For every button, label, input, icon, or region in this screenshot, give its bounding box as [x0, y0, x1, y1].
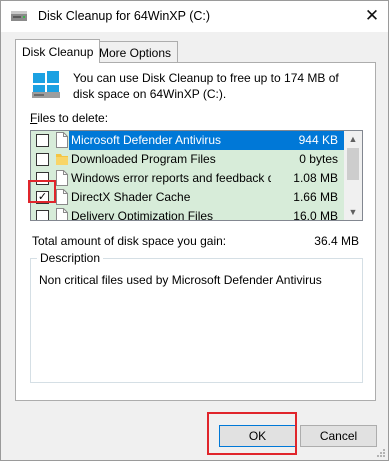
description-group: Description Non critical files used by M…	[30, 251, 363, 383]
resize-grip-icon[interactable]	[376, 448, 386, 458]
file-size: 1.08 MB	[293, 171, 338, 185]
ok-button-label: OK	[248, 429, 267, 443]
file-checkbox[interactable]: ✓	[36, 191, 49, 204]
file-name: Delivery Optimization Files	[71, 209, 214, 220]
intro-text: You can use Disk Cleanup to free up to 1…	[73, 71, 339, 101]
folder-icon	[56, 154, 68, 165]
disk-cleanup-window: Disk Cleanup for 64WinXP (C:) ✕ Disk Cle…	[0, 0, 389, 461]
files-list-scrollbar[interactable]: ▲ ▼	[344, 131, 362, 220]
tab-panel: You can use Disk Cleanup to free up to 1…	[15, 62, 376, 401]
file-name: Microsoft Defender Antivirus	[71, 133, 222, 147]
cancel-button[interactable]: Cancel	[300, 425, 377, 447]
tab-label: Disk Cleanup	[22, 44, 94, 59]
tab-more-options[interactable]: More Options	[92, 41, 179, 63]
total-gain-value: 36.4 MB	[314, 234, 359, 248]
file-icon	[56, 189, 68, 205]
list-item[interactable]: Microsoft Defender Antivirus 944 KB	[31, 131, 344, 150]
description-text: Non critical files used by Microsoft Def…	[39, 273, 322, 287]
disk-cleanup-icon	[11, 11, 27, 21]
drive-icon	[32, 71, 60, 98]
scroll-thumb[interactable]	[347, 148, 359, 180]
file-name: DirectX Shader Cache	[71, 190, 191, 204]
list-item[interactable]: Delivery Optimization Files 16.0 MB	[31, 207, 344, 220]
file-size: 16.0 MB	[293, 209, 338, 220]
file-checkbox[interactable]	[36, 134, 49, 147]
file-name: Windows error reports and feedback di...	[71, 171, 271, 185]
file-icon	[56, 170, 68, 186]
close-icon: ✕	[364, 6, 380, 25]
cancel-button-label: Cancel	[319, 429, 358, 443]
scroll-down-arrow-icon[interactable]: ▼	[344, 204, 362, 220]
file-size: 1.66 MB	[293, 190, 338, 204]
scroll-up-arrow-icon[interactable]: ▲	[344, 131, 362, 147]
list-item[interactable]: ✓ DirectX Shader Cache 1.66 MB	[31, 188, 344, 207]
list-item[interactable]: Windows error reports and feedback di...…	[31, 169, 344, 188]
ok-button[interactable]: OK	[219, 425, 296, 447]
description-legend: Description	[37, 251, 104, 265]
close-button[interactable]: ✕	[360, 4, 384, 28]
window-title: Disk Cleanup for 64WinXP (C:)	[38, 9, 211, 23]
tab-label: More Options	[99, 45, 172, 60]
file-checkbox[interactable]	[36, 210, 49, 220]
file-size: 944 KB	[298, 133, 338, 147]
tab-disk-cleanup[interactable]: Disk Cleanup	[15, 39, 101, 63]
file-icon	[56, 132, 68, 148]
files-list[interactable]: Microsoft Defender Antivirus 944 KB Down…	[30, 130, 363, 221]
list-item[interactable]: Downloaded Program Files 0 bytes	[31, 150, 344, 169]
total-gain-label: Total amount of disk space you gain:	[32, 234, 227, 248]
file-name: Downloaded Program Files	[71, 152, 216, 166]
files-to-delete-label: Files to delete:	[30, 111, 108, 125]
file-checkbox[interactable]	[36, 172, 49, 185]
file-checkbox[interactable]	[36, 153, 49, 166]
file-icon	[56, 208, 68, 220]
title-bar: Disk Cleanup for 64WinXP (C:) ✕	[1, 1, 388, 32]
file-size: 0 bytes	[299, 152, 338, 166]
files-list-rows: Microsoft Defender Antivirus 944 KB Down…	[31, 131, 344, 220]
files-label-rest: iles to delete:	[37, 111, 109, 125]
